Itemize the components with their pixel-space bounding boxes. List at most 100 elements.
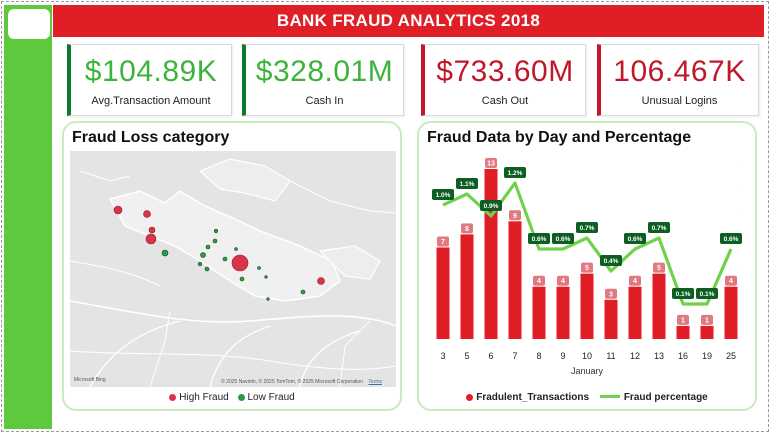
high-fraud-marker (113, 205, 123, 215)
sidebar (4, 5, 52, 429)
x-tick-label: 9 (560, 351, 565, 361)
x-tick-label: 11 (606, 351, 615, 361)
logo-placeholder[interactable] (8, 9, 50, 39)
x-tick-label: 10 (582, 351, 592, 361)
grid-dot: . (741, 265, 743, 271)
x-tick-label: 5 (464, 351, 469, 361)
line-data-label: 0.6% (532, 236, 547, 243)
map-panel-title: Fraud Loss category (72, 129, 230, 146)
line-data-label: 0.1% (700, 291, 715, 298)
high-fraud-marker (143, 210, 151, 218)
x-tick-label: 7 (512, 351, 517, 361)
legend-item-high-fraud[interactable]: High Fraud (169, 392, 231, 403)
high-fraud-marker (317, 277, 325, 285)
bar (508, 221, 522, 339)
legend-label-bars: Fradulent_Transactions (476, 392, 590, 403)
bar-data-label: 1 (681, 317, 685, 324)
grid-dot: . (741, 184, 743, 190)
low-fraud-marker (204, 266, 210, 272)
low-fraud-marker (264, 275, 268, 279)
bar-data-label: 4 (561, 278, 565, 285)
kpi-card-cash-in[interactable]: $328.01M Cash In (242, 44, 404, 116)
kpi-label: Cash In (305, 95, 344, 107)
bar (628, 286, 642, 339)
kpi-label: Unusual Logins (641, 95, 718, 107)
low-fraud-marker (234, 247, 238, 251)
bar (724, 286, 738, 339)
bar-data-label: 5 (585, 265, 589, 272)
kpi-card-avg-transaction[interactable]: $104.89K Avg.Transaction Amount (67, 44, 232, 116)
bar (484, 169, 498, 339)
bar (700, 325, 714, 339)
fraud-map[interactable]: Microsoft Bing © 2025 Navinfo, © 2025 To… (70, 151, 396, 387)
x-tick-label: 3 (440, 351, 445, 361)
bar (556, 286, 570, 339)
chart-panel-title: Fraud Data by Day and Percentage (427, 129, 692, 146)
kpi-card-unusual-logins[interactable]: 106.467K Unusual Logins (597, 44, 759, 116)
legend-item-low-fraud[interactable]: Low Fraud (237, 392, 295, 403)
kpi-value: $733.60M (436, 55, 574, 88)
kpi-card-cash-out[interactable]: $733.60M Cash Out (421, 44, 586, 116)
map-attribution-text: © 2025 Navinfo, © 2025 TomTom, © 2025 Mi… (221, 379, 363, 385)
map-legend: High Fraud Low Fraud (64, 392, 400, 403)
bar-data-label: 9 (513, 213, 517, 220)
bar-data-label: 5 (657, 265, 661, 272)
combo-chart[interactable]: .......781394453451141.0%1.1%0.9%1.2%0.6… (419, 151, 755, 387)
line-data-label: 0.6% (556, 236, 571, 243)
grid-dot: . (741, 292, 743, 298)
bar (436, 247, 450, 339)
low-fraud-marker (222, 256, 228, 262)
bar-data-label: 1 (705, 317, 709, 324)
grid-dot: . (741, 319, 743, 325)
bar-data-label: 4 (729, 278, 733, 285)
bar-data-label: 3 (609, 291, 613, 298)
low-fraud-marker (197, 261, 203, 267)
legend-label-line: Fraud percentage (623, 392, 708, 403)
low-fraud-marker (300, 289, 306, 295)
high-fraud-marker (231, 254, 249, 272)
report-header: BANK FRAUD ANALYTICS 2018 (53, 5, 764, 37)
bar-data-label: 4 (537, 278, 541, 285)
map-provider-logo: Microsoft Bing (74, 377, 106, 383)
chart-legend: Fradulent_Transactions Fraud percentage (419, 392, 755, 403)
low-fraud-marker (212, 238, 218, 244)
kpi-value: $104.89K (84, 55, 218, 88)
report-title: BANK FRAUD ANALYTICS 2018 (276, 11, 541, 30)
line-data-label: 0.7% (580, 225, 595, 232)
x-tick-label: 12 (630, 351, 640, 361)
grid-dot: . (741, 211, 743, 217)
map-panel: Fraud Loss category Microsoft Bing © 202… (62, 121, 402, 411)
legend-label: Low Fraud (247, 392, 295, 403)
chart-panel: Fraud Data by Day and Percentage .......… (417, 121, 757, 411)
kpi-value: $328.01M (255, 55, 394, 88)
line-data-label: 0.7% (652, 225, 667, 232)
legend-dot-bars (466, 394, 474, 401)
bar (460, 234, 474, 339)
line-data-label: 0.4% (604, 258, 619, 265)
map-terms-link[interactable]: Terms (368, 379, 382, 385)
bar (652, 273, 666, 339)
low-fraud-marker (205, 244, 211, 250)
x-tick-label: 8 (536, 351, 541, 361)
map-graphic (70, 151, 396, 387)
x-tick-label: 13 (654, 351, 664, 361)
line-data-label: 0.6% (724, 236, 739, 243)
map-attribution: © 2025 Navinfo, © 2025 TomTom, © 2025 Mi… (221, 379, 382, 385)
kpi-value: 106.467K (613, 55, 746, 88)
low-fraud-marker (200, 252, 206, 258)
bar (676, 325, 690, 339)
bar-data-label: 7 (441, 239, 445, 246)
bar (580, 273, 594, 339)
bar (532, 286, 546, 339)
line-data-label: 1.1% (460, 181, 475, 188)
legend-line-swatch (599, 395, 620, 398)
legend-label: High Fraud (179, 392, 229, 403)
x-tick-label: 6 (488, 351, 493, 361)
high-fraud-marker (148, 226, 156, 234)
bar-data-label: 13 (487, 161, 495, 168)
legend-dot-high (169, 394, 177, 401)
bar (604, 299, 618, 339)
x-tick-label: 19 (702, 351, 712, 361)
low-fraud-marker (213, 228, 219, 234)
bar-data-label: 8 (465, 226, 469, 233)
